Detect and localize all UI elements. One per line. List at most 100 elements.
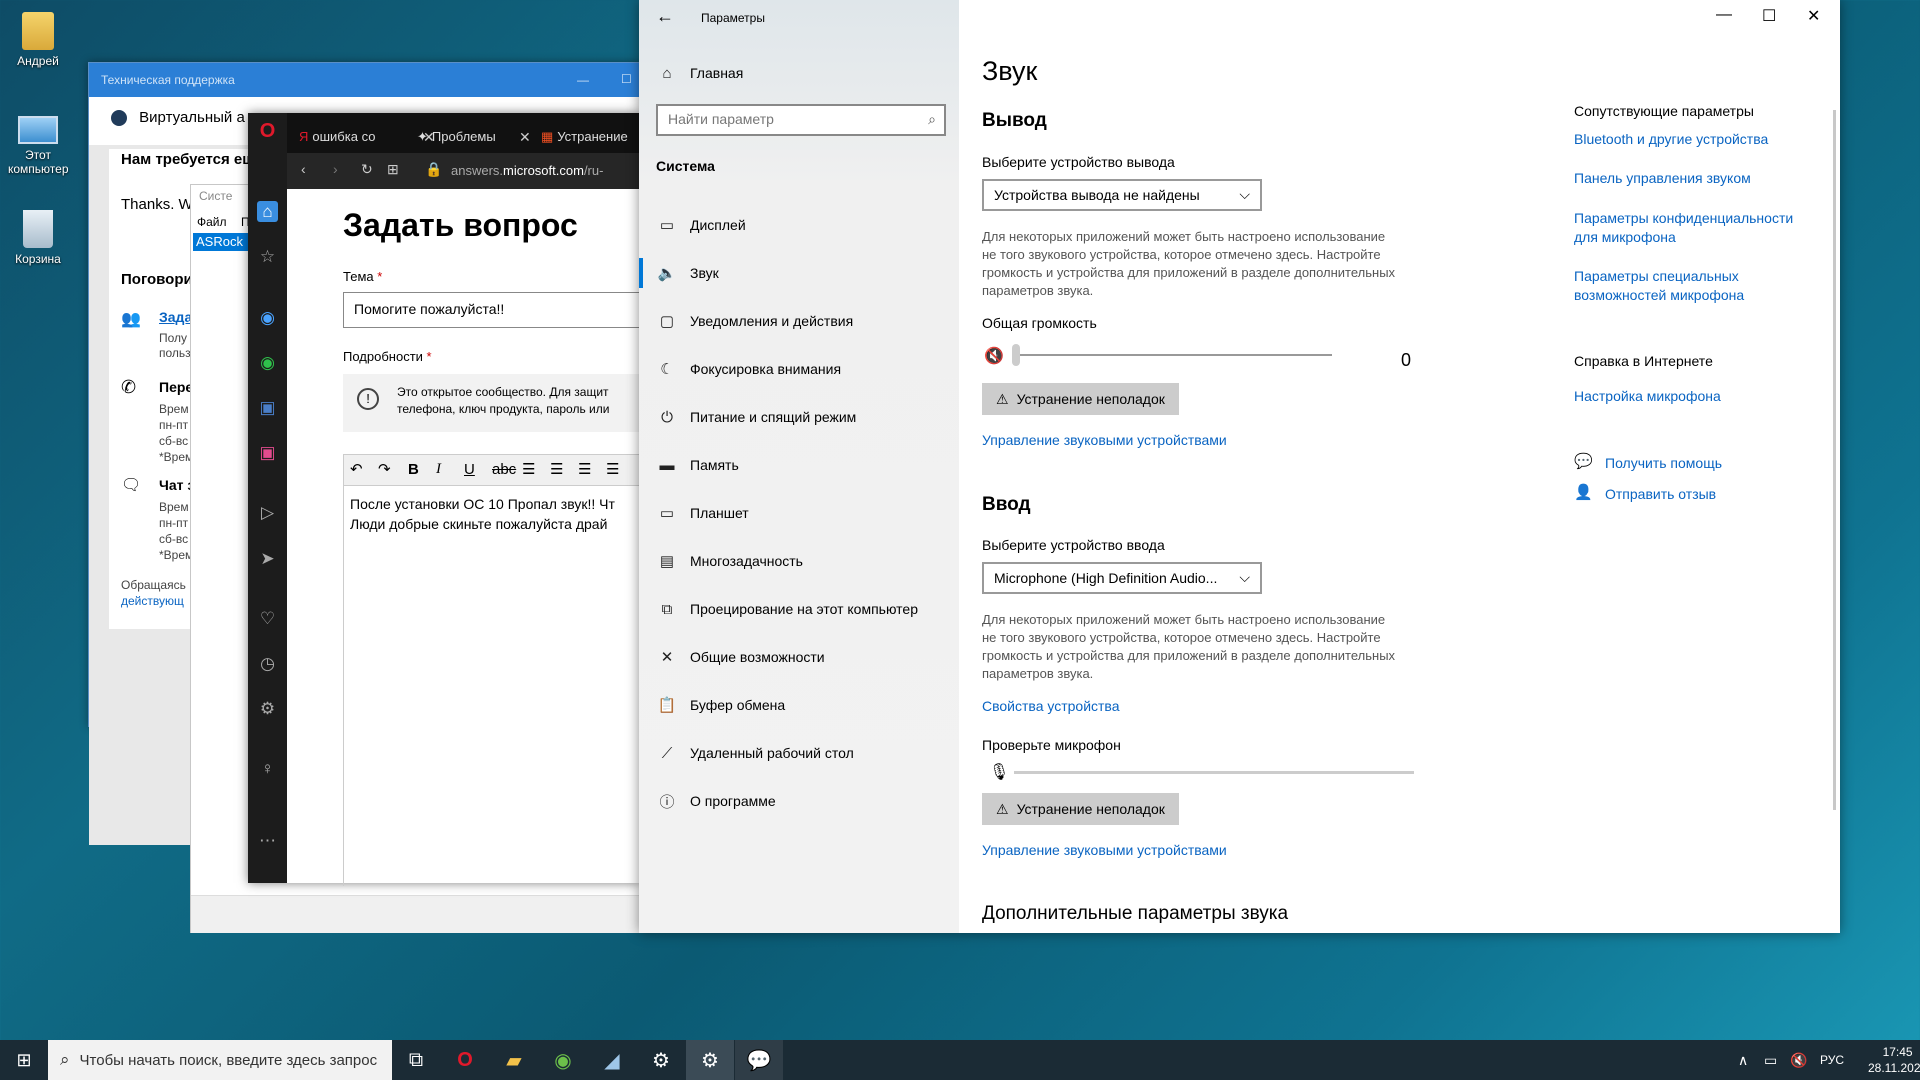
nav-item-multitasking[interactable]: ▤ Многозадачность (656, 546, 946, 576)
theme-input[interactable]: Помогите пожалуйста!! (343, 292, 663, 328)
minimize-icon[interactable]: — (1716, 6, 1732, 24)
output-device-dropdown[interactable]: Устройства вывода не найдены ⌵ (982, 179, 1262, 211)
feedback-link[interactable]: Отправить отзыв (1605, 486, 1716, 502)
language-indicator[interactable]: РУС (1820, 1053, 1844, 1067)
settings-search-input[interactable]: Найти параметр ⌕ (656, 104, 946, 136)
taskbar-settings-alt[interactable]: ⚙ (637, 1040, 685, 1080)
vk-icon[interactable]: ▣ (257, 397, 278, 418)
taskbar-search-input[interactable]: ⌕ Чтобы начать поиск, введите здесь запр… (48, 1040, 392, 1080)
mute-icon[interactable]: 🔇 (984, 346, 1004, 366)
nav-item-remote[interactable]: ⟋ Удаленный рабочий стол (656, 738, 946, 768)
maximize-icon[interactable]: ☐ (621, 72, 632, 86)
redo-icon[interactable]: ↷ (378, 460, 391, 478)
nav-item-display[interactable]: ▭ Дисплей (656, 210, 946, 240)
whatsapp-icon[interactable]: ◉ (257, 352, 278, 373)
opera-window[interactable]: O ⌂ ☆ ◉ ◉ ▣ ▣ ▷ ➤ ♡ ◷ ⚙ ♀ ⋯ Яошибка со ✕… (248, 113, 663, 886)
player-icon[interactable]: ▷ (257, 502, 278, 523)
minimize-icon[interactable]: — (577, 73, 589, 87)
strikethrough-icon[interactable]: abc (492, 461, 516, 478)
undo-icon[interactable]: ↶ (350, 460, 363, 478)
taskbar-utorrent[interactable]: ◉ (539, 1040, 587, 1080)
send-icon[interactable]: ➤ (257, 548, 278, 569)
output-manage-link[interactable]: Управление звуковыми устройствами (982, 432, 1227, 448)
taskbar-explorer[interactable]: ▰ (490, 1040, 538, 1080)
taskbar-support[interactable]: 💬 (735, 1040, 783, 1080)
maximize-icon[interactable]: ☐ (1762, 6, 1776, 26)
nav-item-shared[interactable]: ✕ Общие возможности (656, 642, 946, 672)
underline-icon[interactable]: U (464, 461, 475, 478)
taskbar-clock[interactable]: 17:4528.11.2020 (1868, 1044, 1920, 1076)
get-help-link[interactable]: Получить помощь (1605, 455, 1722, 471)
nav-item-sound[interactable]: 🔈 Звук (656, 258, 946, 288)
nav-item-focus[interactable]: ☾ Фокусировка внимания (656, 354, 946, 384)
back-icon[interactable]: ‹ (301, 161, 306, 177)
browser-tab[interactable]: Яошибка со (291, 119, 406, 153)
input-manage-link[interactable]: Управление звуковыми устройствами (982, 842, 1227, 858)
reload-icon[interactable]: ↻ (361, 161, 373, 178)
history-icon[interactable]: ◷ (257, 653, 278, 674)
nav-item-power[interactable]: ⏻ Питание и спящий режим (656, 402, 946, 432)
settings-window[interactable]: ← Параметры ⌂ Главная Найти параметр ⌕ Си… (639, 0, 1840, 933)
related-link-mic-privacy[interactable]: Параметры конфиденциальности для микрофо… (1574, 209, 1793, 247)
editor-body[interactable]: После установки ОС 10 Пропал звук!! Чт Лю… (343, 486, 663, 886)
url-field[interactable]: answers.microsoft.com/ru- (451, 163, 603, 178)
home-icon[interactable]: ⌂ (257, 201, 278, 222)
opera-logo-icon[interactable]: O (257, 121, 278, 142)
bookmarks-icon[interactable]: ☆ (257, 246, 278, 267)
help-link-mic-setup[interactable]: Настройка микрофона (1574, 388, 1721, 404)
align-left-icon[interactable]: ☰ (522, 460, 535, 478)
output-troubleshoot-button[interactable]: ⚠ Устранение неполадок (982, 383, 1179, 415)
back-arrow-icon[interactable]: ← (656, 6, 674, 27)
close-icon[interactable]: ✕ (519, 129, 531, 146)
desktop-icon-recycle-bin[interactable]: Корзина (0, 210, 76, 266)
editor-toolbar: ↶ ↷ B I U abc ☰ ☰ ☰ ☰ (343, 454, 663, 486)
nav-home[interactable]: ⌂ Главная (656, 58, 946, 88)
support-item-title[interactable]: Зада (159, 309, 192, 325)
volume-slider-thumb[interactable] (1012, 344, 1020, 366)
device-properties-link[interactable]: Свойства устройства (982, 698, 1120, 714)
volume-mute-icon[interactable]: 🔇 (1790, 1052, 1807, 1069)
nav-item-projecting[interactable]: ⧉ Проецирование на этот компьютер (656, 594, 946, 624)
input-troubleshoot-button[interactable]: ⚠ Устранение неполадок (982, 793, 1179, 825)
instagram-icon[interactable]: ▣ (257, 442, 278, 463)
grid-icon[interactable]: ⊞ (387, 161, 399, 178)
align-right-icon[interactable]: ☰ (578, 460, 591, 478)
close-icon[interactable]: ✕ (1807, 6, 1820, 26)
support-item-title[interactable]: Пере (159, 379, 193, 395)
start-button[interactable]: ⊞ (0, 1040, 48, 1080)
justify-icon[interactable]: ☰ (606, 460, 619, 478)
browser-tab[interactable]: ▦ Устранение (533, 119, 633, 153)
messenger-icon[interactable]: ◉ (257, 307, 278, 328)
nav-item-tablet[interactable]: ▭ Планшет (656, 498, 946, 528)
nav-item-clipboard[interactable]: 📋 Буфер обмена (656, 690, 946, 720)
more-icon[interactable]: ⋯ (257, 830, 278, 851)
taskbar-app[interactable]: ◢ (588, 1040, 636, 1080)
input-device-dropdown[interactable]: Microphone (High Definition Audio... ⌵ (982, 562, 1262, 594)
related-link-sound-panel[interactable]: Панель управления звуком (1574, 170, 1751, 186)
taskbar-settings[interactable]: ⚙ (686, 1040, 734, 1080)
italic-icon[interactable]: I (436, 461, 441, 478)
explorer-menu-file[interactable]: Файл (197, 215, 227, 229)
browser-tab[interactable]: ✦ Проблемы (409, 119, 524, 153)
related-link-mic-accessibility[interactable]: Параметры специальных возможностей микро… (1574, 267, 1744, 305)
taskbar-opera[interactable]: O (441, 1040, 489, 1080)
lightbulb-icon[interactable]: ♀ (257, 758, 278, 779)
desktop-icon-user-folder[interactable]: Андрей (0, 12, 76, 68)
nav-item-about[interactable]: ⓘ О программе (656, 786, 946, 816)
nav-item-notifications[interactable]: ▢ Уведомления и действия (656, 306, 946, 336)
volume-slider[interactable] (1014, 354, 1332, 356)
forward-icon[interactable]: › (333, 161, 338, 177)
settings-scrollbar[interactable] (1833, 110, 1836, 810)
nav-item-storage[interactable]: ▬ Память (656, 450, 946, 480)
task-view-button[interactable]: ⧉ (392, 1040, 440, 1080)
desktop-icon-this-pc[interactable]: Этот компьютер (0, 110, 76, 176)
explorer-scrollbar[interactable] (191, 895, 639, 933)
tray-chevron-icon[interactable]: ∧ (1738, 1052, 1748, 1069)
heart-icon[interactable]: ♡ (257, 608, 278, 629)
align-center-icon[interactable]: ☰ (550, 460, 563, 478)
bold-icon[interactable]: B (408, 461, 419, 478)
explorer-selected-item[interactable]: ASRock (193, 233, 253, 251)
related-link-bluetooth[interactable]: Bluetooth и другие устройства (1574, 131, 1768, 147)
gear-icon[interactable]: ⚙ (257, 698, 278, 719)
network-icon[interactable]: ▭ (1764, 1052, 1777, 1069)
